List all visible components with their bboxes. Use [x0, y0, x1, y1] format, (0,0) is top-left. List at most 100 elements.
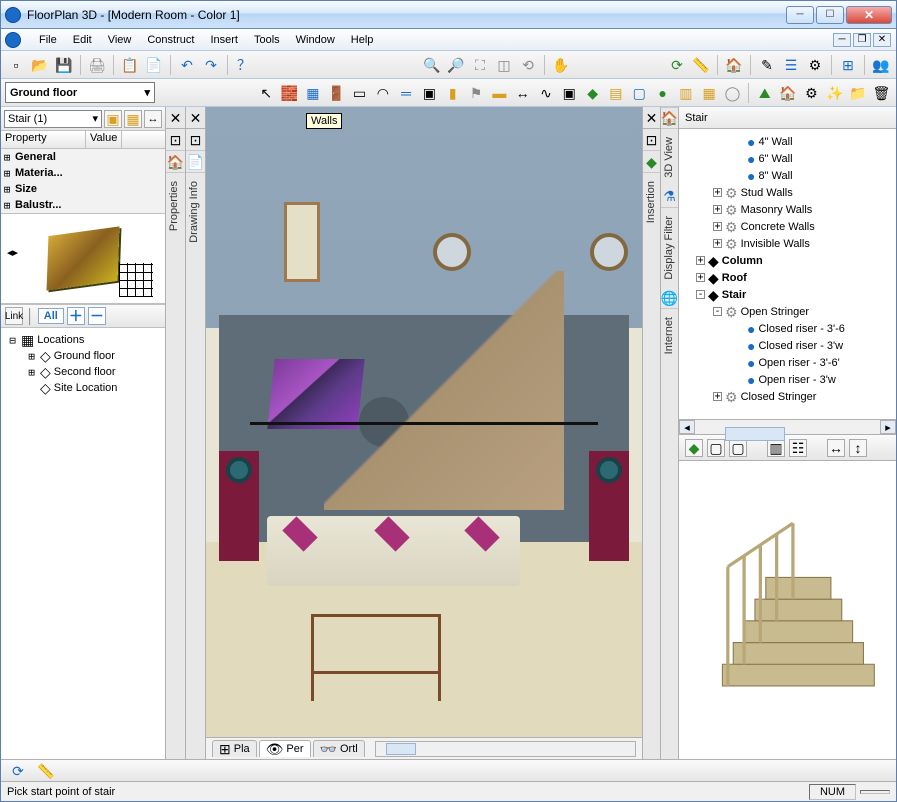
menu-edit[interactable]: Edit: [65, 31, 100, 49]
gate-tool[interactable]: ▦: [699, 82, 720, 104]
add-location-button[interactable]: ＋: [67, 307, 85, 325]
measure-button[interactable]: 📏: [690, 54, 712, 76]
folder-tool[interactable]: 📁: [847, 82, 868, 104]
prop-group-material[interactable]: ⊞Materia...: [1, 165, 165, 181]
paste-button[interactable]: 📄: [143, 54, 165, 76]
settings-button[interactable]: ⚙: [804, 54, 826, 76]
menu-construct[interactable]: Construct: [139, 31, 202, 49]
cat-btn-5[interactable]: ☷: [789, 439, 807, 457]
cat-btn-2[interactable]: ▢: [707, 439, 725, 457]
node-open-riser-3w[interactable]: ●Open riser - 3'w: [679, 371, 896, 388]
select-same-button[interactable]: ▣: [104, 110, 122, 128]
mdi-restore-button[interactable]: ❐: [853, 33, 871, 47]
config-tool[interactable]: ⚙: [801, 82, 822, 104]
save-button[interactable]: 💾: [53, 54, 75, 76]
undo-button[interactable]: ↶: [176, 54, 198, 76]
menu-help[interactable]: Help: [343, 31, 382, 49]
drawing-info-panel-collapsed[interactable]: ✕ ⊡ 📄 Drawing Info: [186, 107, 206, 759]
slab-tool[interactable]: ▬: [489, 82, 510, 104]
home-button[interactable]: 🏠: [723, 54, 745, 76]
node-concrete-walls[interactable]: +⚙Concrete Walls: [679, 218, 896, 235]
copy-button[interactable]: 📋: [119, 54, 141, 76]
terrain-tool[interactable]: ⛰: [754, 82, 775, 104]
node-6-wall[interactable]: ●6" Wall: [679, 150, 896, 167]
remove-location-button[interactable]: －: [88, 307, 106, 325]
arch-tool[interactable]: ◠: [372, 82, 393, 104]
bottom-btn-2[interactable]: 📏: [35, 760, 57, 782]
loc-site-location[interactable]: ◇Site Location: [7, 380, 159, 396]
3d-viewport[interactable]: Walls: [206, 107, 642, 737]
tv-tool[interactable]: ▣: [559, 82, 580, 104]
zoom-prev-button[interactable]: ⟲: [517, 54, 539, 76]
stair-tool[interactable]: ▤: [605, 82, 626, 104]
node-column[interactable]: +◆Column: [679, 252, 896, 269]
prop-group-balustrade[interactable]: ⊞Balustr...: [1, 197, 165, 213]
node-4-wall[interactable]: ●4" Wall: [679, 133, 896, 150]
node-8-wall[interactable]: ●8" Wall: [679, 167, 896, 184]
dim-tool[interactable]: ↔: [512, 82, 533, 104]
floor-dropdown[interactable]: Ground floor ▾: [5, 82, 155, 103]
grid-button[interactable]: ⊞: [837, 54, 859, 76]
ring-tool[interactable]: ◯: [722, 82, 743, 104]
survey-tool[interactable]: ⚑: [465, 82, 486, 104]
screen-tool[interactable]: ▢: [629, 82, 650, 104]
node-open-stringer[interactable]: -⚙Open Stringer: [679, 303, 896, 320]
col-property[interactable]: Property: [1, 131, 86, 148]
prop-group-size[interactable]: ⊞Size: [1, 181, 165, 197]
link-button[interactable]: Link: [5, 307, 23, 325]
object-selector-dropdown[interactable]: Stair (1) ▾: [4, 110, 102, 128]
column-tool[interactable]: ▮: [442, 82, 463, 104]
trash-tool[interactable]: 🗑: [871, 82, 892, 104]
mdi-close-button[interactable]: ✕: [873, 33, 891, 47]
cat-btn-3[interactable]: ▢: [729, 439, 747, 457]
mdi-minimize-button[interactable]: ─: [833, 33, 851, 47]
menu-insert[interactable]: Insert: [202, 31, 246, 49]
layers-button[interactable]: ☰: [780, 54, 802, 76]
prop-group-general[interactable]: ⊞General: [1, 149, 165, 165]
node-stair[interactable]: -◆Stair: [679, 286, 896, 303]
all-filter-button[interactable]: All: [38, 308, 64, 324]
3d-orbit-button[interactable]: ⟳: [666, 54, 688, 76]
cat-btn-4[interactable]: ▥: [767, 439, 785, 457]
node-closed-stringer[interactable]: +⚙Closed Stringer: [679, 388, 896, 405]
zoom-out-button[interactable]: 🔎: [445, 54, 467, 76]
nav-arrows-icon[interactable]: ◂▸: [7, 246, 18, 259]
groups-button[interactable]: 👥: [870, 54, 892, 76]
catalog-tree[interactable]: ●4" Wall ●6" Wall ●8" Wall +⚙Stud Walls …: [679, 129, 896, 419]
menu-window[interactable]: Window: [288, 31, 343, 49]
menu-file[interactable]: File: [31, 31, 65, 49]
node-closed-riser-3w[interactable]: ●Closed riser - 3'w: [679, 337, 896, 354]
cat-btn-6[interactable]: ↔: [827, 439, 845, 457]
close-button[interactable]: ✕: [846, 6, 892, 24]
door-tool[interactable]: 🚪: [326, 82, 347, 104]
catalog-h-scrollbar[interactable]: ◂▸: [679, 419, 896, 435]
zoom-window-button[interactable]: ◫: [493, 54, 515, 76]
cat-btn-1[interactable]: ◆: [685, 439, 703, 457]
cursor-tool[interactable]: ↖: [256, 82, 277, 104]
loc-root[interactable]: ⊟▦Locations: [7, 332, 159, 348]
pan-button[interactable]: ✋: [550, 54, 572, 76]
wand-tool[interactable]: ✨: [824, 82, 845, 104]
window-tool[interactable]: ▦: [302, 82, 323, 104]
new-button[interactable]: ▫: [5, 54, 27, 76]
node-roof[interactable]: +◆Roof: [679, 269, 896, 286]
node-open-riser-36[interactable]: ●Open riser - 3'-6': [679, 354, 896, 371]
house-tool[interactable]: 🏠: [777, 82, 798, 104]
node-invisible-walls[interactable]: +⚙Invisible Walls: [679, 235, 896, 252]
object-tool[interactable]: ▣: [419, 82, 440, 104]
properties-panel-collapsed[interactable]: ✕ ⊡ 🏠 Properties: [166, 107, 186, 759]
view-tab-plan[interactable]: ⊞Pla: [212, 740, 257, 757]
help-about-button[interactable]: ？: [233, 54, 255, 76]
prop-expand-button[interactable]: ↔: [144, 110, 162, 128]
insertion-panel-collapsed[interactable]: ✕ ⊡ ◆ Insertion: [642, 107, 660, 759]
edit-tool-button[interactable]: ✎: [756, 54, 778, 76]
zoom-extent-button[interactable]: ⛶: [469, 54, 491, 76]
fence-tool[interactable]: ▥: [675, 82, 696, 104]
node-stud-walls[interactable]: +⚙Stud Walls: [679, 184, 896, 201]
wall-tool[interactable]: 🧱: [279, 82, 300, 104]
minimize-button[interactable]: ─: [786, 6, 814, 24]
roof-tool[interactable]: ◆: [582, 82, 603, 104]
locations-tree[interactable]: ⊟▦Locations ⊞◇Ground floor ⊞◇Second floo…: [1, 328, 165, 759]
menu-view[interactable]: View: [100, 31, 140, 49]
node-closed-riser-36[interactable]: ●Closed riser - 3'-6: [679, 320, 896, 337]
